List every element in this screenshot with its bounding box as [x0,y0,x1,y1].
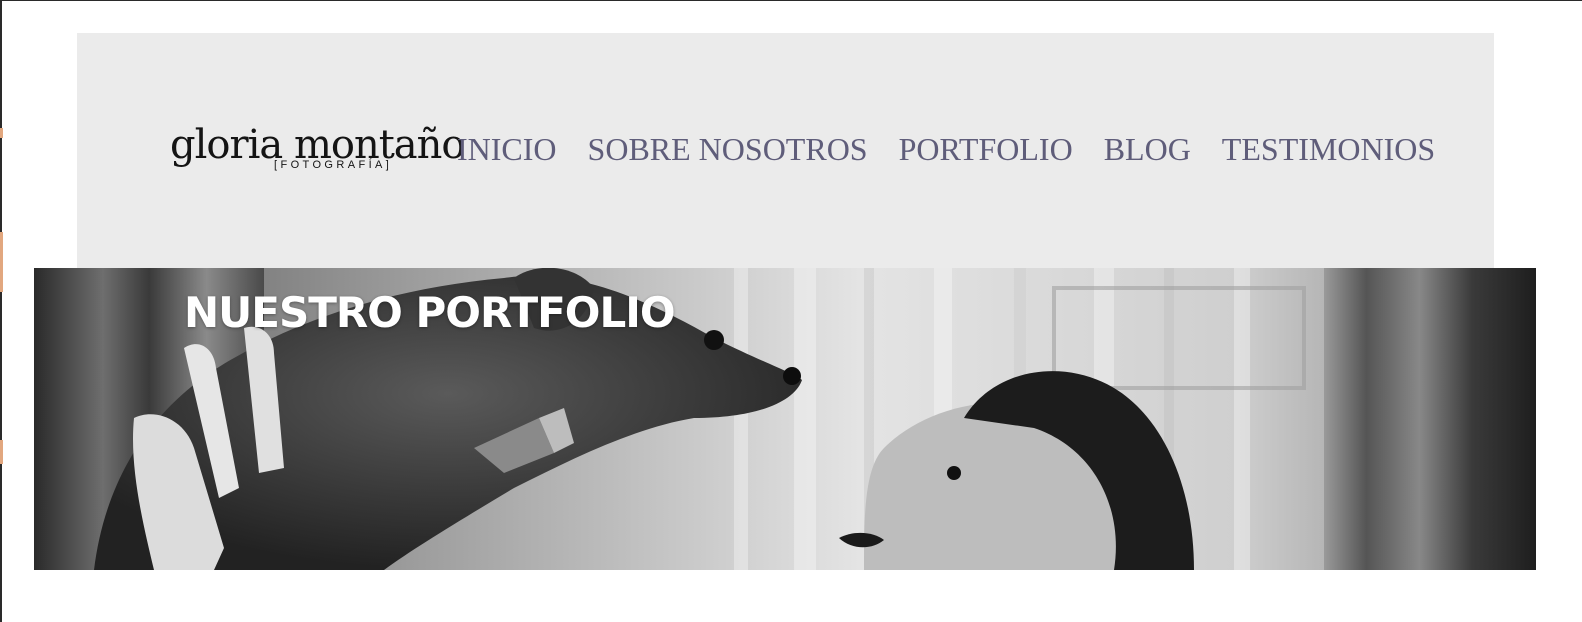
site-logo[interactable]: gloria montaño [FOTOGRAFÍA] [170,119,465,179]
nav-item-blog[interactable]: BLOG [1104,129,1191,169]
hero-banner: NUESTRO PORTFOLIO [34,268,1536,570]
edge-marker [0,128,3,138]
nav-item-inicio[interactable]: INICIO [457,129,557,169]
window-top-border [0,0,1582,1]
window-left-border [0,0,2,622]
logo-tagline: [FOTOGRAFÍA] [274,159,393,171]
nav-item-portfolio[interactable]: PORTFOLIO [899,129,1073,169]
nav-item-testimonios[interactable]: TESTIMONIOS [1222,129,1435,169]
site-header: gloria montaño [FOTOGRAFÍA] INICIO SOBRE… [77,33,1494,268]
edge-marker [0,440,3,464]
edge-marker [0,232,3,292]
page-title: NUESTRO PORTFOLIO [184,288,676,337]
nav-item-sobre-nosotros[interactable]: SOBRE NOSOTROS [588,129,868,169]
main-nav: INICIO SOBRE NOSOTROS PORTFOLIO BLOG TES… [457,129,1435,169]
